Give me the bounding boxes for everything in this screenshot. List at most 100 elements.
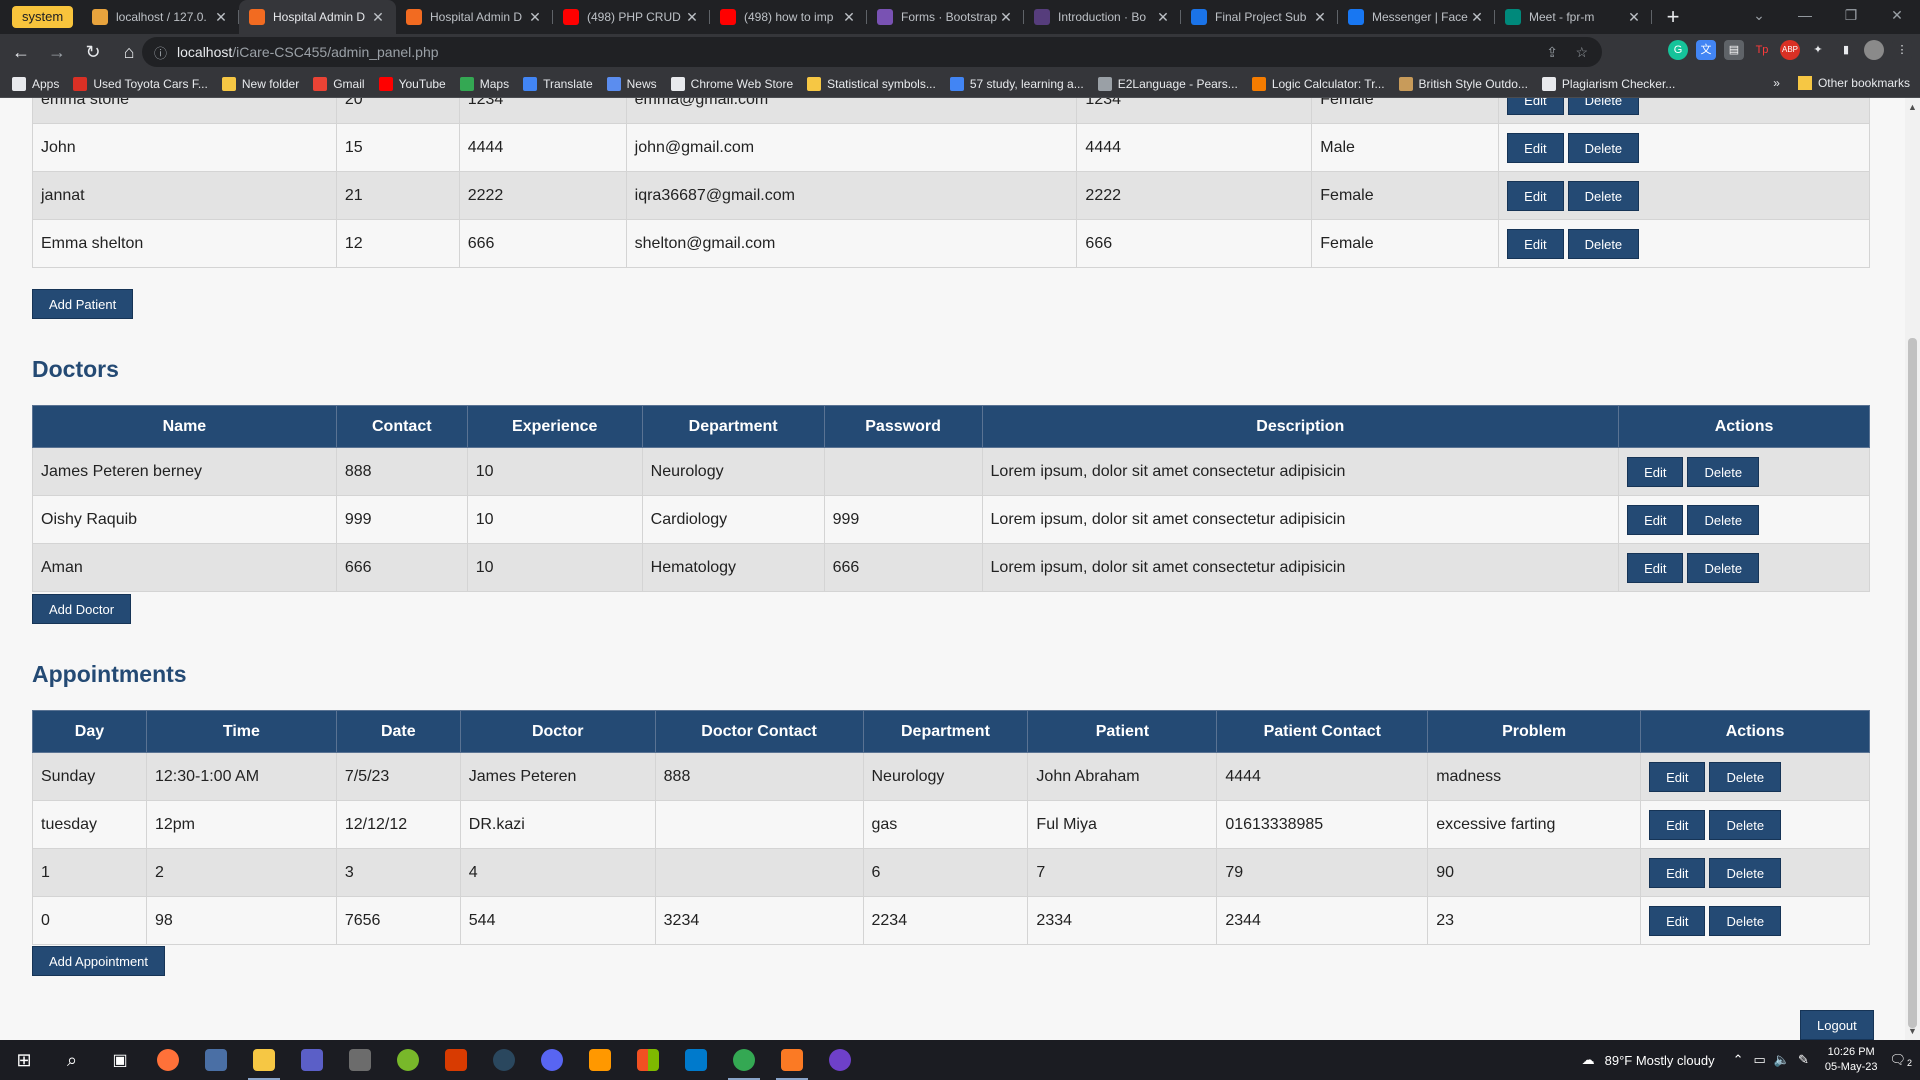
browser-tab[interactable]: (498) how to imp ✕: [710, 0, 867, 34]
delete-button[interactable]: Delete: [1567, 180, 1640, 211]
bookmark-item[interactable]: YouTube: [378, 76, 446, 91]
utorrent-icon[interactable]: [384, 1040, 432, 1080]
delete-button[interactable]: Delete: [1567, 228, 1640, 259]
delete-button[interactable]: Delete: [1687, 504, 1760, 535]
home-icon[interactable]: ⌂: [114, 37, 144, 67]
delete-button[interactable]: Delete: [1687, 456, 1760, 487]
edit-button[interactable]: Edit: [1627, 456, 1684, 487]
side-panel-icon[interactable]: ▮: [1836, 40, 1856, 60]
bookmark-item[interactable]: Apps: [12, 76, 59, 91]
browser-tab[interactable]: Introduction · Bo ✕: [1024, 0, 1181, 34]
grammarly-icon[interactable]: G: [1668, 40, 1688, 60]
tab-close-icon[interactable]: ✕: [841, 9, 857, 26]
minimize-button[interactable]: —: [1782, 0, 1828, 34]
close-window-button[interactable]: ✕: [1874, 0, 1920, 34]
add-doctor-button[interactable]: Add Doctor: [32, 594, 132, 624]
edit-button[interactable]: Edit: [1649, 905, 1706, 936]
tab-close-icon[interactable]: ✕: [1469, 9, 1485, 26]
delete-button[interactable]: Delete: [1709, 809, 1782, 840]
new-tab-button[interactable]: +: [1660, 4, 1686, 30]
browser-tab[interactable]: Forms · Bootstrap ✕: [867, 0, 1024, 34]
network-icon[interactable]: ▭: [1754, 1052, 1766, 1068]
bookmark-item[interactable]: Statistical symbols...: [807, 76, 936, 91]
bookmark-star-icon[interactable]: ☆: [1575, 44, 1588, 61]
delete-button[interactable]: Delete: [1709, 761, 1782, 792]
tab-close-icon[interactable]: ✕: [684, 9, 700, 26]
edit-button[interactable]: Edit: [1649, 761, 1706, 792]
weather-text[interactable]: 89°F Mostly cloudy: [1605, 1053, 1715, 1068]
discord-icon[interactable]: [528, 1040, 576, 1080]
bookmarks-more-button[interactable]: »: [1773, 76, 1780, 90]
logout-button[interactable]: Logout: [1800, 1010, 1874, 1040]
edit-button[interactable]: Edit: [1507, 228, 1564, 259]
tab-close-icon[interactable]: ✕: [1312, 9, 1328, 26]
bookmark-item[interactable]: Gmail: [313, 76, 365, 91]
search-icon[interactable]: ⌕: [48, 1040, 96, 1080]
browser-tab[interactable]: Final Project Sub ✕: [1181, 0, 1338, 34]
browser-tab[interactable]: Hospital Admin D ✕: [239, 0, 396, 34]
reload-icon[interactable]: ↻: [78, 37, 108, 67]
bookmark-item[interactable]: Plagiarism Checker...: [1541, 76, 1675, 91]
browser-tab[interactable]: (498) PHP CRUD ✕: [553, 0, 710, 34]
bookmark-item[interactable]: Maps: [459, 76, 509, 91]
forward-icon[interactable]: →: [42, 37, 72, 67]
bookmark-item[interactable]: News: [606, 76, 657, 91]
other-bookmarks[interactable]: Other bookmarks: [1818, 76, 1910, 90]
edit-button[interactable]: Edit: [1649, 857, 1706, 888]
scroll-down-arrow-icon[interactable]: ▼: [1908, 1026, 1917, 1036]
bookmark-item[interactable]: Logic Calculator: Tr...: [1251, 76, 1385, 91]
browser-tab[interactable]: Hospital Admin D ✕: [396, 0, 553, 34]
browser-tab[interactable]: Meet - fpr-m ✕: [1495, 0, 1652, 34]
add-appointment-button[interactable]: Add Appointment: [32, 946, 166, 976]
browser-tab[interactable]: Messenger | Face ✕: [1338, 0, 1495, 34]
notification-icon[interactable]: 🗨 2: [1889, 1052, 1912, 1068]
tab-search-icon[interactable]: ⌄: [1736, 0, 1782, 34]
weather-icon[interactable]: ☁: [1582, 1052, 1595, 1068]
delete-button[interactable]: Delete: [1567, 132, 1640, 163]
chrome-icon[interactable]: [720, 1040, 768, 1080]
tab-close-icon[interactable]: ✕: [998, 9, 1014, 26]
restore-button[interactable]: ❐: [1828, 0, 1874, 34]
tab-close-icon[interactable]: ✕: [1155, 9, 1171, 26]
edit-button[interactable]: Edit: [1627, 552, 1684, 583]
add-patient-button[interactable]: Add Patient: [32, 289, 134, 319]
xampp-icon[interactable]: [768, 1040, 816, 1080]
back-icon[interactable]: ←: [6, 37, 36, 67]
tab-close-icon[interactable]: ✕: [1626, 9, 1642, 26]
scroll-up-arrow-icon[interactable]: ▲: [1908, 102, 1917, 112]
tab-close-icon[interactable]: ✕: [370, 9, 386, 26]
bookmark-item[interactable]: Chrome Web Store: [670, 76, 793, 91]
profile-avatar-icon[interactable]: [1864, 40, 1884, 60]
scroll-thumb[interactable]: [1908, 338, 1917, 1028]
translate-ext-icon[interactable]: 文: [1696, 40, 1716, 60]
github-icon[interactable]: [816, 1040, 864, 1080]
bookmark-item[interactable]: Translate: [523, 76, 593, 91]
volume-icon[interactable]: 🔈: [1774, 1052, 1790, 1068]
ms-store-icon[interactable]: [624, 1040, 672, 1080]
tab-close-icon[interactable]: ✕: [527, 9, 543, 26]
edit-button[interactable]: Edit: [1507, 180, 1564, 211]
bookmark-item[interactable]: Used Toyota Cars F...: [73, 76, 208, 91]
steam-icon[interactable]: [480, 1040, 528, 1080]
chrome-menu-icon[interactable]: ⋮: [1892, 40, 1912, 60]
page-scrollbar[interactable]: ▲ ▼: [1905, 98, 1920, 1040]
bookmark-item[interactable]: New folder: [221, 76, 299, 91]
delete-button[interactable]: Delete: [1687, 552, 1760, 583]
extension-icon[interactable]: ▤: [1724, 40, 1744, 60]
share-icon[interactable]: ⇪: [1546, 44, 1558, 61]
file-explorer-icon[interactable]: [240, 1040, 288, 1080]
firefox-icon[interactable]: [144, 1040, 192, 1080]
clock[interactable]: 10:26 PM 05-May-23: [1825, 1045, 1878, 1075]
adblock-icon[interactable]: ABP: [1780, 40, 1800, 60]
delete-button[interactable]: Delete: [1709, 905, 1782, 936]
edit-button[interactable]: Edit: [1507, 132, 1564, 163]
edit-button[interactable]: Edit: [1627, 504, 1684, 535]
site-info-icon[interactable]: ⓘ: [154, 43, 167, 62]
bookmark-item[interactable]: British Style Outdo...: [1398, 76, 1528, 91]
start-windows-icon[interactable]: ⊞: [0, 1040, 48, 1080]
sublime-icon[interactable]: [576, 1040, 624, 1080]
edit-button[interactable]: Edit: [1507, 98, 1564, 115]
extensions-puzzle-icon[interactable]: ✦: [1808, 40, 1828, 60]
address-bar[interactable]: ⓘ localhost/iCare-CSC455/admin_panel.php…: [142, 37, 1602, 67]
delete-button[interactable]: Delete: [1709, 857, 1782, 888]
